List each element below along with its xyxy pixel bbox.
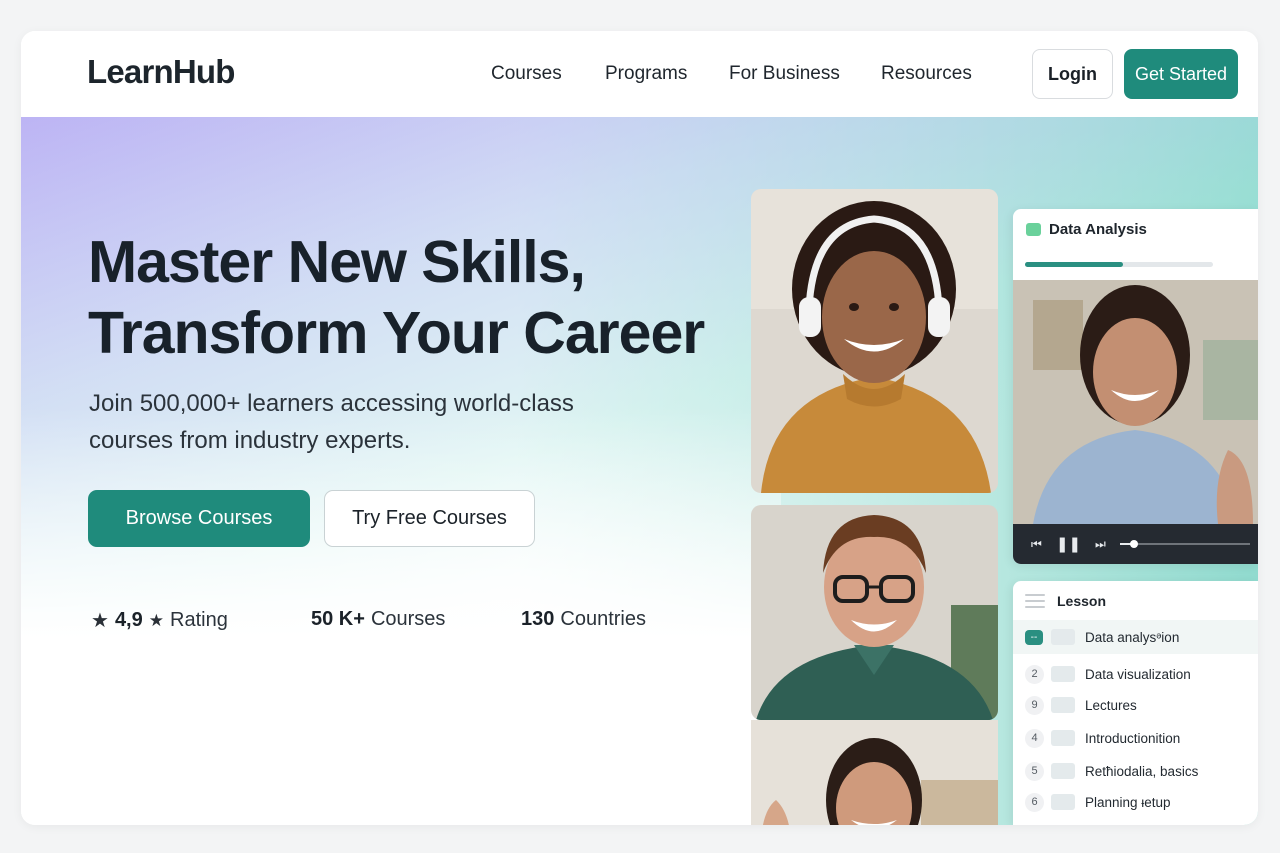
learner-photo-glasses [751, 505, 998, 720]
stat-rating-value: 4,9 [114, 609, 143, 631]
course-title: Data Analysis [1049, 220, 1147, 238]
seek-slider[interactable] [1119, 538, 1250, 550]
lesson-label: Lectures [1085, 697, 1137, 713]
stat-rating: ★ 4,9 ★ Rating [91, 608, 228, 633]
nav-link-courses[interactable]: Courses [491, 63, 562, 85]
menu-icon[interactable] [1025, 594, 1045, 608]
lesson-item[interactable]: 5 Retħiodalia, basics [1013, 754, 1258, 788]
stat-courses-label: Courses [370, 608, 446, 630]
player-header: Data Analysis [1013, 209, 1258, 249]
star-icon: ★ [91, 610, 109, 632]
subtitle-line-2: courses from industry experts. [89, 427, 411, 454]
subtitle-line-1: Join 500,000+ learners accessing world-c… [89, 390, 574, 417]
star-icon: ★ [148, 610, 164, 630]
hero-subtitle: Join 500,000+ learners accessing world-c… [89, 385, 649, 459]
lesson-title: Lesson [1057, 593, 1107, 609]
login-button[interactable]: Login [1032, 49, 1113, 99]
lesson-thumbnail [1051, 763, 1075, 779]
stat-rating-label: Rating [170, 609, 228, 631]
lesson-label: Retħiodalia, basics [1085, 763, 1199, 779]
stat-courses-value: 50 K+ [311, 608, 365, 630]
stat-courses: 50 K+ Courses [311, 608, 445, 631]
lesson-label: Planning ᵼetup [1085, 794, 1171, 810]
browse-courses-button[interactable]: Browse Courses [88, 490, 310, 547]
learner-photo-headphones [751, 189, 998, 493]
video-player-panel: Data Analysis ⏮ ❚❚ ⏭ [1013, 209, 1258, 564]
course-color-icon [1026, 222, 1041, 236]
lesson-thumbnail [1051, 730, 1075, 746]
headline-line-2: Transform Your Career [88, 300, 705, 366]
lesson-label: Data visualization [1085, 666, 1191, 682]
get-started-button[interactable]: Get Started [1124, 49, 1238, 99]
learner-photo-waving-image [751, 720, 998, 825]
video-controls: ⏮ ❚❚ ⏭ [1013, 524, 1258, 564]
lesson-thumbnail [1051, 794, 1075, 810]
lesson-header: Lesson [1025, 593, 1106, 609]
lesson-item[interactable]: -- Data analysᵊion [1013, 620, 1258, 654]
lesson-label: Introductionition [1085, 730, 1181, 746]
nav-link-programs[interactable]: Programs [605, 63, 687, 85]
lesson-number: -- [1025, 629, 1043, 645]
seek-track [1119, 543, 1250, 545]
lesson-thumbnail [1051, 629, 1075, 645]
pause-icon[interactable]: ❚❚ [1056, 537, 1081, 552]
skip-forward-icon[interactable]: ⏭ [1095, 538, 1106, 550]
course-progress-bar [1025, 262, 1213, 267]
lesson-item[interactable]: 9 Lectures [1013, 688, 1258, 722]
lesson-item[interactable]: 4 Introductionition [1013, 721, 1258, 755]
hero-headline: Master New Skills, Transform Your Career [88, 227, 705, 369]
video-frame[interactable] [1013, 280, 1258, 524]
try-free-courses-button[interactable]: Try Free Courses [324, 490, 535, 547]
lesson-label: Data analysᵊion [1085, 629, 1180, 645]
skip-back-icon[interactable]: ⏮ [1031, 538, 1042, 550]
lesson-thumbnail [1051, 666, 1075, 682]
lesson-number: 5 [1025, 761, 1044, 781]
seek-handle[interactable] [1130, 540, 1139, 548]
landing-card: LearnHub Courses Programs For Business R… [21, 31, 1258, 825]
lesson-number: 9 [1025, 695, 1044, 715]
stat-countries: 130 Countries [521, 608, 646, 631]
lesson-item[interactable]: 6 Planning ᵼetup [1013, 785, 1258, 819]
nav-link-for-business[interactable]: For Business [729, 63, 840, 85]
lesson-number: 6 [1025, 792, 1044, 812]
lesson-number: 4 [1025, 728, 1044, 748]
lesson-thumbnail [1051, 697, 1075, 713]
lesson-number: 2 [1025, 664, 1044, 684]
lesson-item[interactable]: 2 Data visualization [1013, 657, 1258, 691]
learner-photo-waving [751, 720, 998, 825]
stat-countries-label: Countries [560, 608, 646, 630]
course-progress-fill [1025, 262, 1123, 267]
stat-countries-value: 130 [521, 608, 555, 630]
learner-photo-glasses-image [751, 505, 998, 720]
lesson-list-panel: Lesson -- Data analysᵊion 2 Data visuali… [1013, 581, 1258, 825]
top-navbar: LearnHub Courses Programs For Business R… [21, 31, 1258, 117]
headline-line-1: Master New Skills, [88, 229, 586, 295]
brand-logo[interactable]: LearnHub [87, 53, 235, 91]
hero-section: Master New Skills, Transform Your Career… [21, 117, 1258, 825]
learner-photo-headphones-image [751, 189, 998, 493]
instructor-video-image [1013, 280, 1258, 524]
nav-link-resources[interactable]: Resources [881, 63, 972, 85]
